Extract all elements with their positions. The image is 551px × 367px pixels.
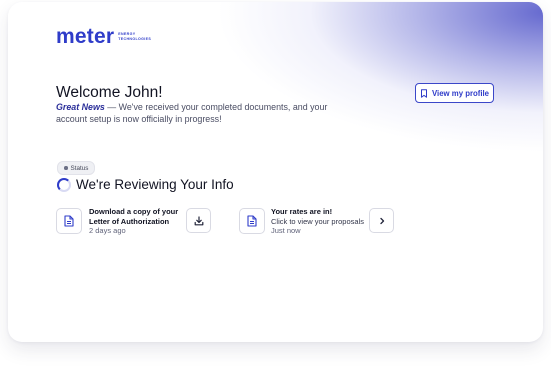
chevron-right-icon	[379, 217, 384, 224]
great-news-label: Great News	[56, 102, 105, 112]
welcome-heading: Welcome John!	[56, 84, 163, 101]
review-status-title: We're Reviewing Your Info	[76, 177, 234, 192]
item-title-line1: Download a copy of your	[89, 207, 179, 216]
logo-wordmark: meter	[56, 25, 115, 48]
logo-tagline-line2: TECHNOLOGIES	[118, 36, 152, 41]
loading-spinner-icon	[57, 177, 71, 192]
status-badge: Status	[57, 161, 96, 175]
document-icon	[239, 208, 265, 234]
status-badge-label: Status	[70, 164, 89, 172]
item-title: Your rates are in!	[271, 207, 333, 216]
status-dot-icon	[64, 166, 68, 170]
rates-ready-item: Your rates are in! Click to view your pr…	[271, 207, 364, 236]
download-icon	[194, 215, 203, 225]
item-title-line2: Letter of Authorization	[89, 216, 170, 226]
view-profile-label: View my profile	[431, 88, 490, 98]
view-proposals-button[interactable]	[369, 208, 394, 233]
dashboard-card: meter ENERGY TECHNOLOGIES Welcome John! …	[8, 2, 543, 342]
view-profile-button[interactable]: View my profile	[415, 83, 494, 103]
document-icon	[56, 208, 82, 234]
logo-tagline: ENERGY TECHNOLOGIES	[118, 32, 151, 41]
letter-of-authorization-item: Download a copy of your Letter of Author…	[89, 207, 178, 236]
review-status-row: We're Reviewing Your Info	[57, 177, 234, 192]
brand-logo: meter ENERGY TECHNOLOGIES	[56, 26, 151, 47]
item-timestamp: Just now	[271, 226, 301, 236]
bookmark-icon	[420, 88, 427, 98]
item-timestamp: 2 days ago	[89, 226, 126, 236]
welcome-message: Great News — We've received your complet…	[56, 102, 356, 125]
download-button[interactable]	[186, 208, 211, 233]
item-subtitle: Click to view your proposals	[271, 216, 364, 226]
